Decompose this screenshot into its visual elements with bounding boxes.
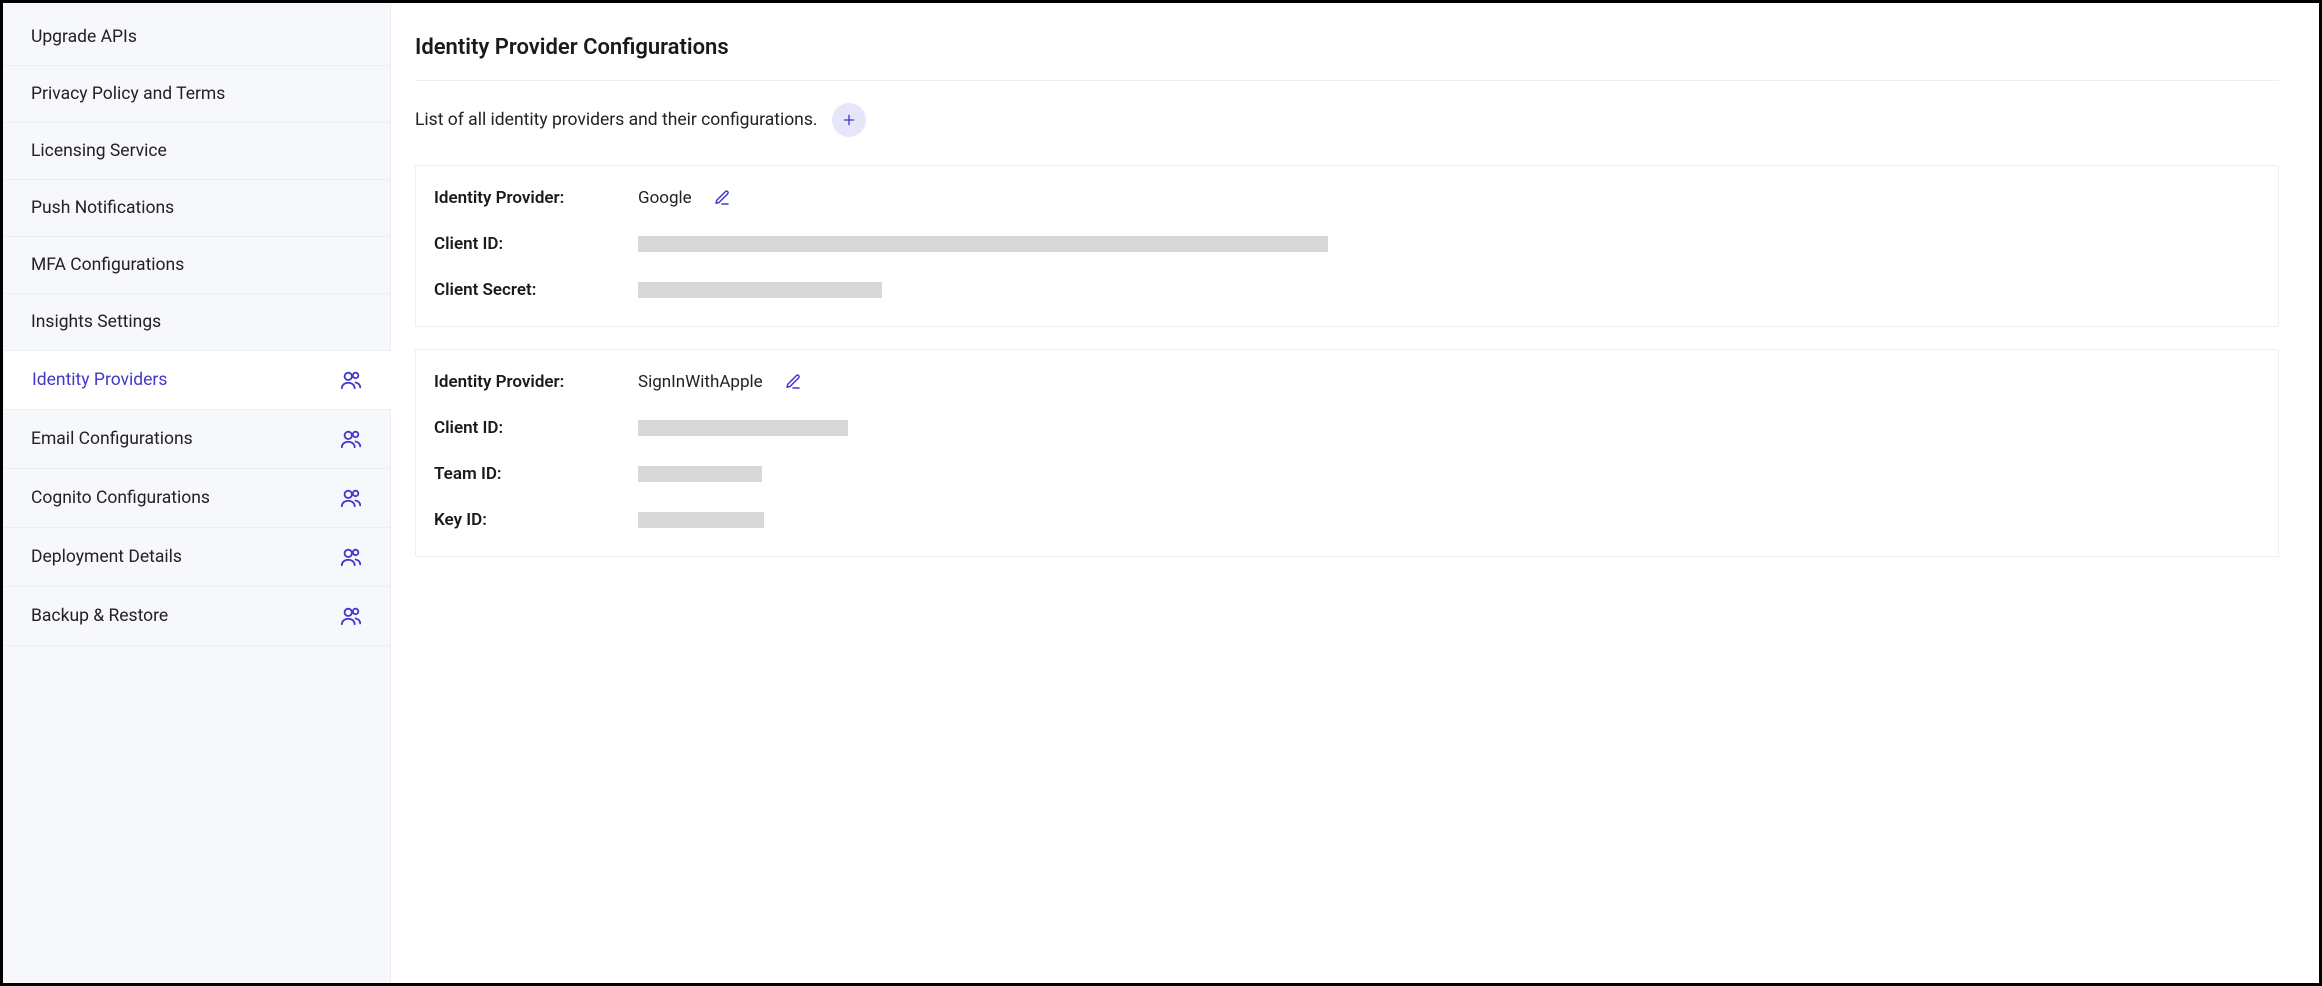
sidebar-item-licensing-service[interactable]: Licensing Service [3,123,390,180]
app-frame: Upgrade APIs Privacy Policy and Terms Lice… [0,0,2322,986]
field-row: Client Secret: [434,280,2260,300]
field-value-wrap: Google [638,188,2260,208]
field-label: Client Secret: [434,280,638,300]
main-content: Identity Provider Configurations List of… [391,3,2319,983]
field-row: Identity Provider:Google [434,188,2260,208]
sidebar-item-insights-settings[interactable]: Insights Settings [3,294,390,351]
edit-button[interactable] [712,188,732,208]
field-value-wrap [638,282,2260,298]
sidebar-item-label: Identity Providers [32,370,167,390]
sidebar-item-label: Privacy Policy and Terms [31,84,225,104]
sidebar-item-email-configurations[interactable]: Email Configurations [3,410,390,469]
redacted-value [638,420,848,436]
add-provider-button[interactable] [832,103,866,137]
sidebar-item-upgrade-apis[interactable]: Upgrade APIs [3,9,390,66]
sidebar-item-privacy-policy-and-terms[interactable]: Privacy Policy and Terms [3,66,390,123]
field-label: Key ID: [434,510,638,530]
redacted-value [638,512,764,528]
sidebar-item-mfa-configurations[interactable]: MFA Configurations [3,237,390,294]
sidebar-item-backup-restore[interactable]: Backup & Restore [3,587,390,646]
sidebar-item-label: MFA Configurations [31,255,184,275]
people-icon [340,428,362,450]
sidebar-item-label: Email Configurations [31,429,193,449]
field-value-wrap [638,236,2260,252]
subtitle-text: List of all identity providers and their… [415,110,818,130]
sidebar-item-label: Push Notifications [31,198,174,218]
edit-button[interactable] [783,372,803,392]
field-value-wrap [638,512,2260,528]
field-value: SignInWithApple [638,372,763,392]
people-icon [340,546,362,568]
field-value-wrap: SignInWithApple [638,372,2260,392]
provider-card: Identity Provider:Google Client ID: Client… [415,165,2279,327]
sidebar-item-label: Licensing Service [31,141,167,161]
field-row: Identity Provider:SignInWithApple [434,372,2260,392]
redacted-value [638,236,1328,252]
provider-card: Identity Provider:SignInWithApple Client … [415,349,2279,557]
sidebar-item-label: Insights Settings [31,312,161,332]
sidebar-item-label: Deployment Details [31,547,182,567]
field-value-wrap [638,420,2260,436]
page-title: Identity Provider Configurations [415,35,2279,81]
people-icon [340,369,362,391]
field-row: Team ID: [434,464,2260,484]
redacted-value [638,466,762,482]
people-icon [340,605,362,627]
field-label: Team ID: [434,464,638,484]
field-row: Key ID: [434,510,2260,530]
sidebar: Upgrade APIs Privacy Policy and Terms Lice… [3,3,391,983]
people-icon [340,487,362,509]
sidebar-item-identity-providers[interactable]: Identity Providers [3,351,390,410]
plus-icon [841,112,857,128]
sidebar-item-cognito-configurations[interactable]: Cognito Configurations [3,469,390,528]
field-label: Identity Provider: [434,372,638,392]
field-label: Identity Provider: [434,188,638,208]
sidebar-item-label: Cognito Configurations [31,488,210,508]
field-label: Client ID: [434,234,638,254]
field-row: Client ID: [434,418,2260,438]
field-value: Google [638,188,692,208]
field-value-wrap [638,466,2260,482]
redacted-value [638,282,882,298]
sidebar-item-deployment-details[interactable]: Deployment Details [3,528,390,587]
sidebar-item-label: Backup & Restore [31,606,168,626]
sidebar-item-label: Upgrade APIs [31,27,137,47]
sidebar-item-push-notifications[interactable]: Push Notifications [3,180,390,237]
subtitle-row: List of all identity providers and their… [415,103,2279,137]
field-label: Client ID: [434,418,638,438]
providers-list: Identity Provider:GoogleClient ID:Client… [415,165,2279,557]
field-row: Client ID: [434,234,2260,254]
